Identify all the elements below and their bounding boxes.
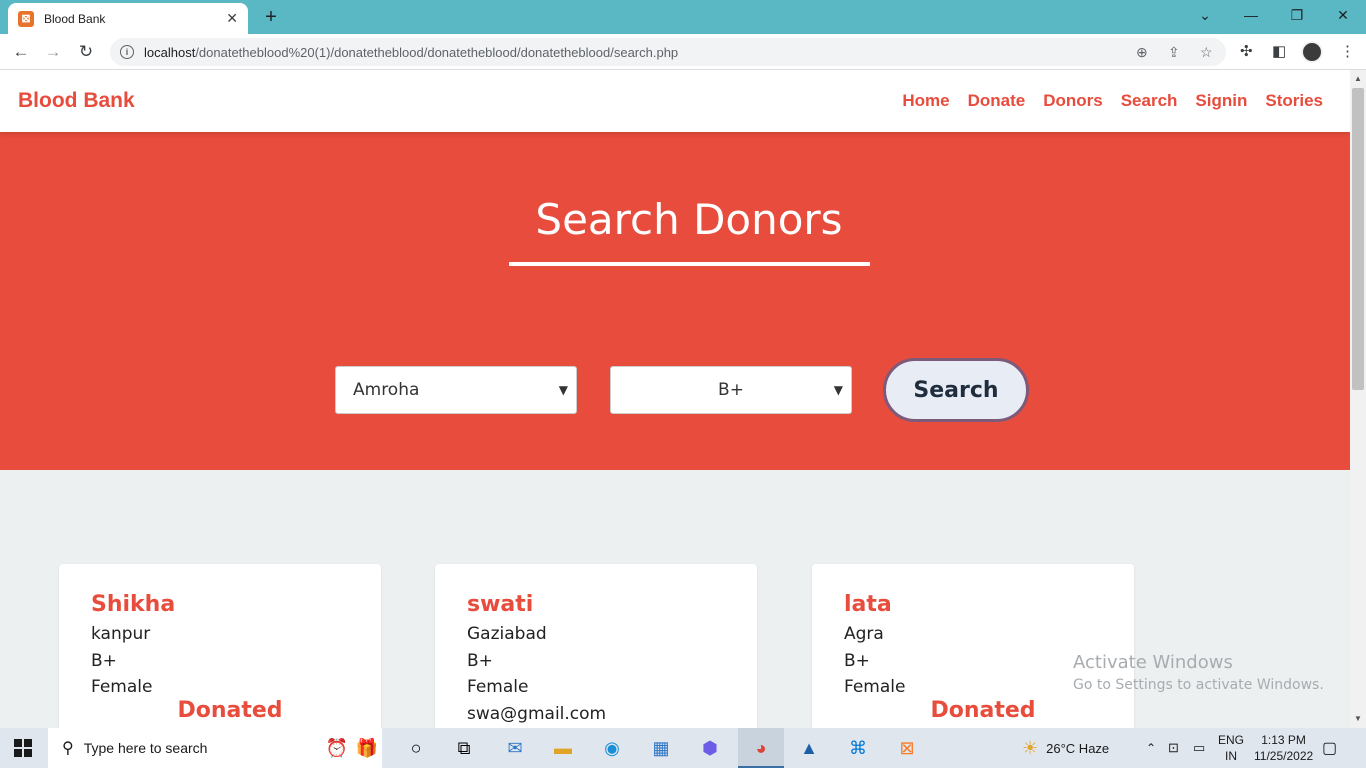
chevron-down-icon: ▼ [558, 383, 568, 397]
donor-city: Gaziabad [467, 624, 547, 644]
nav-stories[interactable]: Stories [1265, 91, 1323, 111]
blood-group-select-value: B+ [718, 380, 744, 400]
cube-app-icon[interactable]: ⬢ [697, 736, 723, 760]
donor-blood-group: B+ [91, 650, 117, 671]
minimize-icon[interactable]: — [1228, 0, 1274, 30]
reload-icon[interactable]: ↻ [73, 39, 99, 65]
clock-time: 1:13 PM [1261, 733, 1306, 747]
watermark-subtitle: Go to Settings to activate Windows. [1073, 677, 1324, 693]
gift-icon[interactable]: 🎁 [354, 736, 380, 760]
browser-tab-bar: ⊠ Blood Bank ✕ + ⌄ — ❐ ✕ [0, 0, 1366, 34]
scroll-down-icon[interactable]: ▼ [1354, 714, 1362, 723]
extensions-puzzle-icon[interactable]: ✣ [1240, 42, 1253, 60]
browser-tab[interactable]: ⊠ Blood Bank ✕ [8, 3, 248, 34]
search-hero: Search Donors Amroha ▼ B+ ▼ Search [0, 132, 1350, 470]
task-view-icon[interactable]: ⧉ [451, 736, 477, 760]
vscode-icon[interactable]: ⌘ [845, 736, 871, 760]
cortana-icon[interactable]: ○ [403, 736, 429, 760]
activate-windows-watermark: Activate Windows Go to Settings to activ… [1073, 652, 1324, 693]
donor-email: swa@gmail.com [467, 703, 607, 724]
nav-search[interactable]: Search [1121, 91, 1178, 111]
close-window-icon[interactable]: ✕ [1320, 0, 1366, 30]
tray-chevron-icon[interactable]: ⌃ [1146, 728, 1156, 768]
site-info-icon[interactable]: i [120, 45, 134, 59]
nav-home[interactable]: Home [902, 91, 949, 111]
system-clock[interactable]: 1:13 PM 11/25/2022 [1254, 732, 1313, 764]
profile-avatar[interactable] [1301, 41, 1323, 63]
mail-icon[interactable]: ✉ [502, 736, 528, 760]
region-code: IN [1225, 749, 1237, 763]
search-icon: ⚲ [62, 740, 74, 757]
url-text: localhost/donatetheblood%20(1)/donatethe… [144, 44, 679, 60]
share-icon[interactable]: ⇪ [1168, 44, 1180, 61]
store-icon[interactable]: ▦ [648, 736, 674, 760]
nav-donate[interactable]: Donate [968, 91, 1026, 111]
page-scrollbar[interactable]: ▲ ▼ [1350, 70, 1366, 728]
browser-toolbar: ← → ↻ i localhost/donatetheblood%20(1)/d… [0, 34, 1366, 70]
site-navbar: Blood Bank Home Donate Donors Search Sig… [0, 70, 1350, 132]
nav-signin[interactable]: Signin [1195, 91, 1247, 111]
restore-icon[interactable]: ❐ [1274, 0, 1320, 30]
windows-start-icon[interactable] [14, 739, 32, 757]
chevron-down-icon: ▼ [833, 383, 843, 397]
clock-date: 11/25/2022 [1254, 749, 1314, 763]
page-title: Search Donors [535, 195, 843, 244]
edge-browser-icon[interactable]: ◉ [599, 736, 625, 760]
donor-status: Donated [930, 698, 1036, 723]
forward-arrow-icon[interactable]: → [40, 39, 66, 65]
address-bar[interactable]: i localhost/donatetheblood%20(1)/donatet… [110, 38, 1226, 66]
watermark-title: Activate Windows [1073, 652, 1233, 673]
nav-links: Home Donate Donors Search Signin Stories [902, 91, 1323, 111]
close-tab-icon[interactable]: ✕ [226, 10, 238, 27]
weather-text: 26°C Haze [1046, 740, 1110, 756]
windows-taskbar: ⚲ Type here to search ⏰ 🎁 ○ ⧉ ✉ ▬ ◉ ▦ ⬢ … [0, 728, 1366, 768]
search-button[interactable]: Search [883, 358, 1029, 422]
site-brand[interactable]: Blood Bank [18, 89, 135, 113]
weather-widget[interactable]: ☀ 26°C Haze [1022, 728, 1109, 768]
donor-card: lata Agra B+ Female Donated [812, 564, 1134, 728]
nav-donors[interactable]: Donors [1043, 91, 1103, 111]
donor-city: Agra [844, 624, 884, 644]
donor-status: Donated [177, 698, 283, 723]
lang-code: ENG [1218, 733, 1245, 747]
file-explorer-icon[interactable]: ▬ [550, 736, 576, 760]
donor-gender: Female [467, 677, 529, 697]
language-indicator[interactable]: ENG IN [1218, 732, 1244, 764]
city-select[interactable]: Amroha ▼ [335, 366, 577, 414]
alarm-clock-icon[interactable]: ⏰ [324, 736, 350, 760]
bookmark-star-icon[interactable]: ☆ [1200, 44, 1213, 61]
back-arrow-icon[interactable]: ← [8, 39, 34, 65]
donor-blood-group: B+ [844, 650, 870, 671]
network-icon[interactable]: ⊡ [1168, 728, 1179, 768]
weather-haze-icon: ☀ [1022, 737, 1039, 758]
donor-name: swati [467, 592, 534, 617]
donor-name: lata [844, 592, 892, 617]
donor-card: Shikha kanpur B+ Female Donated [59, 564, 381, 728]
side-panel-icon[interactable]: ◧ [1272, 42, 1286, 60]
donor-name: Shikha [91, 592, 176, 617]
donor-card: swati Gaziabad B+ Female swa@gmail.com [435, 564, 757, 728]
chrome-icon[interactable]: ◕ [748, 736, 774, 760]
tab-title: Blood Bank [44, 11, 106, 26]
notification-icon[interactable]: ▢ [1322, 728, 1337, 768]
tab-search-chevron-icon[interactable]: ⌄ [1182, 0, 1228, 30]
xampp-icon[interactable]: ⊠ [894, 736, 920, 760]
scroll-up-icon[interactable]: ▲ [1354, 74, 1362, 83]
battery-icon[interactable]: ▭ [1193, 728, 1205, 768]
new-tab-icon[interactable]: + [258, 4, 284, 30]
scrollbar-thumb[interactable] [1352, 88, 1364, 390]
donor-gender: Female [91, 677, 153, 697]
xampp-favicon-icon: ⊠ [18, 10, 34, 27]
taskbar-search-placeholder: Type here to search [83, 740, 208, 756]
city-select-value: Amroha [353, 380, 420, 400]
blood-group-select[interactable]: B+ ▼ [610, 366, 852, 414]
donor-city: kanpur [91, 624, 151, 644]
title-underline [509, 262, 870, 266]
donor-gender: Female [844, 677, 906, 697]
zoom-icon[interactable]: ⊕ [1136, 44, 1148, 61]
browser-menu-icon[interactable]: ⋮ [1340, 42, 1355, 60]
photos-icon[interactable]: ▲ [796, 736, 822, 760]
donor-blood-group: B+ [467, 650, 493, 671]
web-page: Blood Bank Home Donate Donors Search Sig… [0, 70, 1350, 728]
